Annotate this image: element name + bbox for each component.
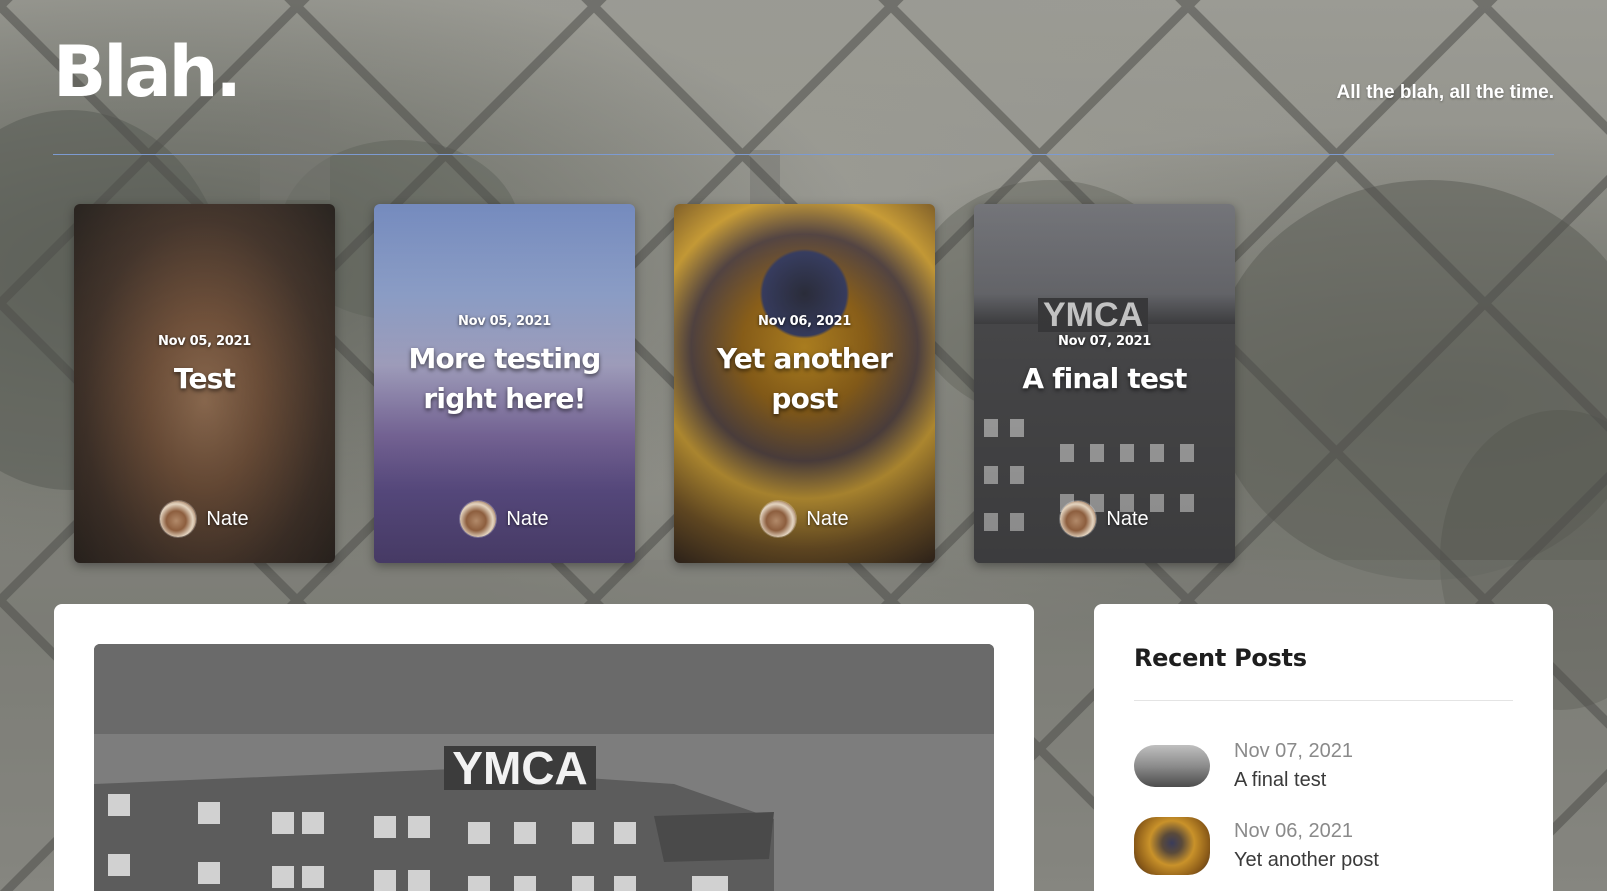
card-content: Nov 06, 2021 Yet another post: [674, 314, 935, 419]
recent-posts-divider: [1134, 700, 1513, 701]
author-avatar: [460, 501, 497, 537]
card-title[interactable]: More testing right here!: [374, 339, 635, 419]
recent-post-title[interactable]: A final test: [1234, 765, 1353, 795]
post-hero-image[interactable]: YMCA: [94, 644, 994, 891]
featured-post-card[interactable]: YMCA Nov 07, 2021 A final test Nate: [974, 204, 1235, 563]
main-post-panel: YMCA: [54, 604, 1034, 891]
recent-post-text: Nov 07, 2021 A final test: [1234, 737, 1353, 795]
site-tagline: All the blah, all the time.: [1336, 82, 1554, 103]
header-divider: [53, 154, 1554, 155]
card-content: Nov 05, 2021 More testing right here!: [374, 314, 635, 419]
author-avatar: [760, 501, 797, 537]
card-title[interactable]: Yet another post: [674, 339, 935, 419]
featured-post-card[interactable]: Nov 05, 2021 More testing right here! Na…: [374, 204, 635, 563]
site-title[interactable]: Blah.: [53, 30, 242, 114]
card-content: Nov 07, 2021 A final test: [974, 334, 1235, 399]
card-date: Nov 06, 2021: [758, 314, 851, 329]
author-name: Nate: [1106, 507, 1149, 530]
card-date: Nov 05, 2021: [158, 334, 251, 349]
ymca-building-photo: YMCA: [94, 644, 994, 891]
author-name: Nate: [506, 507, 549, 530]
author-avatar: [1060, 501, 1097, 537]
recent-posts-heading: Recent Posts: [1134, 644, 1307, 672]
card-author[interactable]: Nate: [674, 501, 935, 537]
card-content: Nov 05, 2021 Test: [74, 334, 335, 399]
recent-post-title[interactable]: Yet another post: [1234, 845, 1379, 875]
author-avatar: [160, 501, 197, 537]
card-date: Nov 07, 2021: [1058, 334, 1151, 349]
recent-posts-widget: Recent Posts Nov 07, 2021 A final test N…: [1094, 604, 1553, 891]
recent-post-text: Nov 06, 2021 Yet another post: [1234, 817, 1379, 875]
recent-post-item[interactable]: Nov 07, 2021 A final test: [1134, 736, 1513, 796]
card-author[interactable]: Nate: [974, 501, 1235, 537]
author-name: Nate: [206, 507, 249, 530]
featured-post-card[interactable]: Nov 05, 2021 Test Nate: [74, 204, 335, 563]
card-title[interactable]: A final test: [974, 359, 1235, 399]
recent-post-item[interactable]: Nov 06, 2021 Yet another post: [1134, 816, 1513, 876]
card-title[interactable]: Test: [74, 359, 335, 399]
recent-post-thumbnail[interactable]: [1134, 745, 1210, 787]
card-author[interactable]: Nate: [374, 501, 635, 537]
card-author[interactable]: Nate: [74, 501, 335, 537]
recent-post-date: Nov 06, 2021: [1234, 820, 1353, 842]
author-name: Nate: [806, 507, 849, 530]
card-date: Nov 05, 2021: [458, 314, 551, 329]
featured-post-card[interactable]: Nov 06, 2021 Yet another post Nate: [674, 204, 935, 563]
hero-sign-text: YMCA: [452, 742, 587, 794]
recent-post-thumbnail[interactable]: [1134, 817, 1210, 875]
recent-post-date: Nov 07, 2021: [1234, 740, 1353, 762]
